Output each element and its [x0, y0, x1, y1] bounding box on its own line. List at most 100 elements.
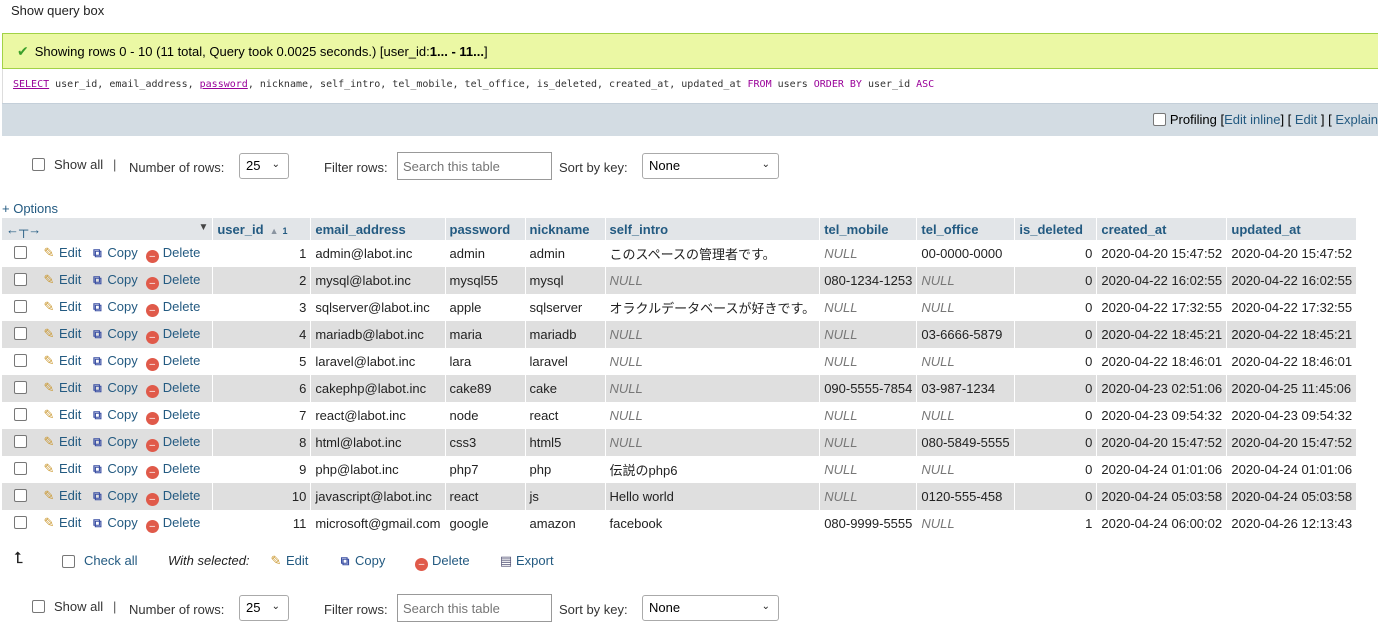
row-delete-button[interactable]: – Delete [145, 299, 200, 317]
table-cell-is-deleted[interactable]: 0 [1014, 375, 1098, 402]
table-cell-tel-mobile[interactable]: NULL [819, 294, 918, 321]
table-cell-updated-at[interactable]: 2020-04-22 18:46:01 [1226, 348, 1358, 375]
table-cell-created-at[interactable]: 2020-04-23 09:54:32 [1096, 402, 1228, 429]
row-copy-button[interactable]: ⧉ Copy [89, 272, 138, 287]
table-cell-updated-at[interactable]: 2020-04-25 11:45:06 [1226, 375, 1358, 402]
row-delete-button[interactable]: – Delete [145, 272, 200, 290]
table-cell-self-intro[interactable]: NULL [605, 375, 821, 402]
table-cell-password[interactable]: admin [445, 240, 526, 267]
header-nickname[interactable]: nickname [525, 218, 606, 240]
row-edit-button[interactable]: ✎ Edit [41, 272, 82, 287]
table-cell-email-address[interactable]: php@labot.inc [310, 456, 446, 483]
bulk-copy-button[interactable]: ⧉ Copy [337, 553, 386, 569]
table-cell-updated-at[interactable]: 2020-04-22 18:45:21 [1226, 321, 1358, 348]
rows-per-page-select[interactable]: 25 ⌄ [239, 595, 289, 621]
row-checkbox[interactable] [14, 299, 27, 313]
table-cell-email-address[interactable]: microsoft@gmail.com [310, 510, 446, 537]
table-cell-tel-mobile[interactable]: NULL [819, 456, 918, 483]
table-cell-tel-office[interactable]: NULL [916, 402, 1016, 429]
options-toggle[interactable]: + Options [2, 201, 58, 216]
table-cell-self-intro[interactable]: NULL [605, 348, 821, 375]
table-cell-password[interactable]: google [445, 510, 526, 537]
row-delete-button[interactable]: – Delete [145, 353, 200, 371]
row-copy-button[interactable]: ⧉ Copy [89, 434, 138, 449]
table-cell-password[interactable]: mysql55 [445, 267, 526, 294]
table-cell-created-at[interactable]: 2020-04-22 16:02:55 [1096, 267, 1228, 294]
show-query-box-link[interactable]: Show query box [11, 3, 104, 18]
table-cell-nickname[interactable]: sqlserver [525, 294, 606, 321]
table-cell-self-intro[interactable]: Hello world [605, 483, 821, 510]
table-cell-is-deleted[interactable]: 0 [1014, 321, 1098, 348]
table-cell-user-id[interactable]: 8 [212, 429, 312, 456]
table-cell-is-deleted[interactable]: 0 [1014, 483, 1098, 510]
table-cell-is-deleted[interactable]: 0 [1014, 456, 1098, 483]
row-copy-button[interactable]: ⧉ Copy [89, 353, 138, 368]
table-cell-updated-at[interactable]: 2020-04-22 17:32:55 [1226, 294, 1358, 321]
table-cell-tel-office[interactable]: NULL [916, 294, 1016, 321]
row-copy-button[interactable]: ⧉ Copy [89, 407, 138, 422]
row-checkbox[interactable] [14, 272, 27, 286]
table-cell-created-at[interactable]: 2020-04-24 01:01:06 [1096, 456, 1228, 483]
table-cell-tel-mobile[interactable]: 080-9999-5555 [819, 510, 918, 537]
row-delete-button[interactable]: – Delete [145, 407, 200, 425]
table-cell-created-at[interactable]: 2020-04-23 02:51:06 [1096, 375, 1228, 402]
table-cell-nickname[interactable]: php [525, 456, 606, 483]
table-cell-password[interactable]: maria [445, 321, 526, 348]
column-menu-icon[interactable]: ▼ [198, 222, 208, 233]
table-cell-nickname[interactable]: react [525, 402, 606, 429]
edit-inline-link[interactable]: Edit inline [1224, 112, 1280, 127]
row-checkbox[interactable] [14, 407, 27, 421]
table-cell-email-address[interactable]: javascript@labot.inc [310, 483, 446, 510]
table-cell-nickname[interactable]: html5 [525, 429, 606, 456]
row-copy-button[interactable]: ⧉ Copy [89, 245, 138, 260]
table-cell-created-at[interactable]: 2020-04-24 06:00:02 [1096, 510, 1228, 537]
filter-rows-input[interactable]: Search this table [397, 594, 552, 622]
table-cell-nickname[interactable]: mariadb [525, 321, 606, 348]
table-cell-is-deleted[interactable]: 0 [1014, 348, 1098, 375]
table-cell-updated-at[interactable]: 2020-04-23 09:54:32 [1226, 402, 1358, 429]
row-edit-button[interactable]: ✎ Edit [41, 245, 82, 260]
table-cell-tel-office[interactable]: 0120-555-458 [916, 483, 1016, 510]
bulk-edit-button[interactable]: ✎ Edit [268, 553, 309, 569]
row-checkbox[interactable] [14, 515, 27, 529]
table-cell-self-intro[interactable]: NULL [605, 267, 821, 294]
table-cell-self-intro[interactable]: このスペースの管理者です。 [605, 240, 821, 267]
table-cell-email-address[interactable]: cakephp@labot.inc [310, 375, 446, 402]
explain-link[interactable]: Explain [1335, 112, 1378, 127]
filter-rows-input[interactable]: Search this table [397, 152, 552, 180]
sql-password-keyword[interactable]: password [200, 79, 248, 90]
table-cell-is-deleted[interactable]: 0 [1014, 294, 1098, 321]
row-copy-button[interactable]: ⧉ Copy [89, 461, 138, 476]
row-checkbox[interactable] [14, 380, 27, 394]
table-cell-self-intro[interactable]: 伝説のphp6 [605, 456, 821, 483]
table-cell-updated-at[interactable]: 2020-04-20 15:47:52 [1226, 240, 1358, 267]
row-delete-button[interactable]: – Delete [145, 515, 200, 533]
table-cell-tel-mobile[interactable]: NULL [819, 429, 918, 456]
table-cell-tel-office[interactable]: NULL [916, 267, 1016, 294]
row-checkbox[interactable] [14, 434, 27, 448]
table-cell-nickname[interactable]: mysql [525, 267, 606, 294]
table-cell-self-intro[interactable]: facebook [605, 510, 821, 537]
row-edit-button[interactable]: ✎ Edit [41, 380, 82, 395]
table-cell-created-at[interactable]: 2020-04-22 18:46:01 [1096, 348, 1228, 375]
table-cell-password[interactable]: cake89 [445, 375, 526, 402]
table-cell-tel-mobile[interactable]: NULL [819, 321, 918, 348]
row-edit-button[interactable]: ✎ Edit [41, 434, 82, 449]
table-cell-nickname[interactable]: laravel [525, 348, 606, 375]
row-delete-button[interactable]: – Delete [145, 488, 200, 506]
table-cell-updated-at[interactable]: 2020-04-22 16:02:55 [1226, 267, 1358, 294]
table-cell-password[interactable]: apple [445, 294, 526, 321]
row-edit-button[interactable]: ✎ Edit [41, 515, 82, 530]
table-cell-tel-mobile[interactable]: 080-1234-1253 [819, 267, 918, 294]
table-cell-self-intro[interactable]: オラクルデータベースが好きです。 [605, 294, 821, 321]
row-edit-button[interactable]: ✎ Edit [41, 461, 82, 476]
table-cell-email-address[interactable]: react@labot.inc [310, 402, 446, 429]
header-password[interactable]: password [445, 218, 526, 240]
table-cell-tel-office[interactable]: 00-0000-0000 [916, 240, 1016, 267]
table-cell-nickname[interactable]: cake [525, 375, 606, 402]
check-all-link[interactable]: Check all [84, 553, 137, 568]
check-all-checkbox[interactable] [62, 555, 75, 568]
table-cell-user-id[interactable]: 2 [212, 267, 312, 294]
table-cell-password[interactable]: lara [445, 348, 526, 375]
table-cell-updated-at[interactable]: 2020-04-26 12:13:43 [1226, 510, 1358, 537]
